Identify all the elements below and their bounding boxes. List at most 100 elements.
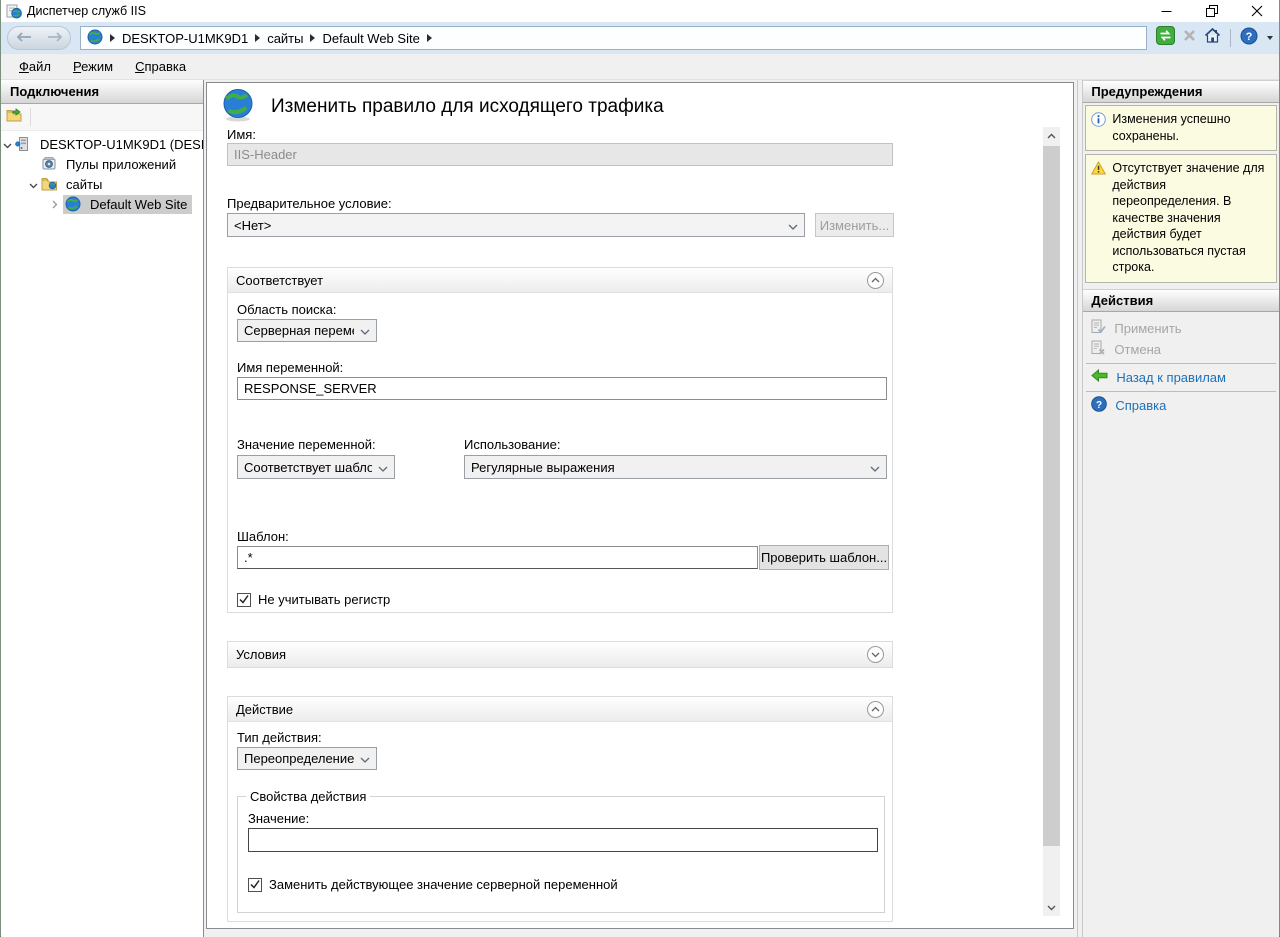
breadcrumb-item-server[interactable]: DESKTOP-U1MK9D1 bbox=[122, 31, 248, 46]
chevron-down-icon[interactable] bbox=[1, 137, 13, 152]
conditions-section: Условия bbox=[227, 641, 893, 668]
title-bar: Диспетчер служб IIS bbox=[1, 0, 1279, 22]
breadcrumb: DESKTOP-U1MK9D1 сайты Default Web Site bbox=[80, 26, 1147, 50]
expand-section-icon[interactable] bbox=[867, 646, 884, 663]
tree-item-app-pools[interactable]: Пулы приложений bbox=[1, 154, 203, 174]
back-to-rules-link[interactable]: Назад к правилам bbox=[1083, 367, 1279, 388]
alert-text: Изменения успешно сохранены. bbox=[1112, 111, 1273, 144]
close-button[interactable] bbox=[1234, 0, 1279, 22]
tree-item-default-web-site[interactable]: Default Web Site bbox=[1, 194, 203, 214]
using-select[interactable]: Регулярные выражения bbox=[464, 455, 887, 479]
chevron-down-icon bbox=[788, 218, 798, 233]
connections-toolbar bbox=[1, 104, 203, 131]
nav-buttons bbox=[7, 26, 71, 50]
variable-name-label: Имя переменной: bbox=[237, 360, 343, 375]
cancel-icon bbox=[1091, 340, 1106, 358]
value-input[interactable] bbox=[248, 828, 878, 852]
breadcrumb-separator-icon bbox=[255, 34, 260, 42]
chevron-down-icon[interactable] bbox=[27, 177, 39, 192]
action-type-select[interactable]: Переопределение bbox=[237, 747, 377, 770]
breadcrumb-item-sites[interactable]: сайты bbox=[267, 31, 303, 46]
actions-list: Применить Отмена Назад к правилам bbox=[1083, 312, 1279, 416]
variable-name-input[interactable] bbox=[237, 377, 887, 400]
tree-item-label[interactable]: DESKTOP-U1MK9D1 (DESKTOP bbox=[37, 136, 203, 153]
refresh-icon[interactable] bbox=[1156, 26, 1175, 50]
iis-manager-window: Диспетчер служб IIS DESKTOP-U1MK9D1 bbox=[0, 0, 1280, 937]
chevron-down-icon bbox=[870, 460, 880, 475]
collapse-section-icon[interactable] bbox=[867, 701, 884, 718]
menu-view[interactable]: Режим bbox=[63, 56, 123, 77]
tree-item-label[interactable]: Пулы приложений bbox=[63, 156, 179, 173]
value-label: Значение: bbox=[248, 811, 309, 826]
variable-value-label: Значение переменной: bbox=[237, 437, 376, 452]
scroll-down-icon[interactable] bbox=[1043, 899, 1060, 916]
tree-item-label[interactable]: Default Web Site bbox=[87, 196, 190, 213]
address-bar: DESKTOP-U1MK9D1 сайты Default Web Site ? bbox=[1, 22, 1279, 54]
breadcrumb-separator-icon bbox=[427, 34, 432, 42]
using-label: Использование: bbox=[464, 437, 561, 452]
minimize-button[interactable] bbox=[1144, 0, 1189, 22]
scrollbar-thumb[interactable] bbox=[1043, 146, 1060, 846]
info-icon bbox=[1091, 111, 1106, 144]
ignore-case-checkbox-checked[interactable] bbox=[237, 593, 251, 607]
connections-pane: Подключения DESKTOP-U1MK9D1 (DESKTOP Пул… bbox=[1, 80, 204, 937]
action-properties-group: Свойства действия Значение: Заменить дей… bbox=[237, 796, 885, 913]
scope-label: Область поиска: bbox=[237, 302, 336, 317]
edit-precondition-button: Изменить... bbox=[815, 213, 894, 237]
content-area: Изменить правило для исходящего трафика … bbox=[204, 80, 1077, 937]
match-section: Соответствует Область поиска: Серверная … bbox=[227, 267, 893, 613]
variable-value-select[interactable]: Соответствует шаблону bbox=[237, 455, 395, 479]
tree-item-label[interactable]: сайты bbox=[63, 176, 105, 193]
ignore-case-label: Не учитывать регистр bbox=[258, 592, 390, 607]
name-label: Имя: bbox=[227, 127, 256, 142]
collapse-section-icon[interactable] bbox=[867, 272, 884, 289]
window-title: Диспетчер служб IIS bbox=[27, 4, 1144, 18]
alert-warning: Отсутствует значение для действия переоп… bbox=[1085, 154, 1277, 283]
scope-select[interactable]: Серверная переменн bbox=[237, 319, 377, 342]
chevron-down-icon bbox=[360, 751, 370, 766]
page-title: Изменить правило для исходящего трафика bbox=[271, 96, 664, 118]
scroll-up-icon[interactable] bbox=[1043, 127, 1060, 144]
test-pattern-button[interactable]: Проверить шаблон... bbox=[759, 545, 889, 570]
replace-value-checkbox-checked[interactable] bbox=[248, 878, 262, 892]
actions-title: Действия bbox=[1083, 289, 1279, 312]
chevron-right-icon[interactable] bbox=[49, 197, 61, 212]
help-dropdown-icon[interactable] bbox=[1267, 36, 1273, 40]
web-site-globe-icon bbox=[65, 196, 82, 212]
replace-checkrow: Заменить действующее значение серверной … bbox=[248, 877, 618, 892]
disconnect-icon bbox=[1182, 28, 1197, 48]
precondition-label: Предварительное условие: bbox=[227, 196, 392, 211]
pattern-input[interactable] bbox=[237, 546, 758, 569]
conditions-section-header[interactable]: Условия bbox=[228, 642, 892, 667]
site-globe-icon[interactable] bbox=[87, 29, 103, 48]
menu-file[interactable]: Файл bbox=[9, 56, 61, 77]
match-section-header[interactable]: Соответствует bbox=[228, 268, 892, 293]
replace-value-label: Заменить действующее значение серверной … bbox=[269, 877, 618, 892]
breadcrumb-separator-icon bbox=[310, 34, 315, 42]
connect-icon[interactable] bbox=[6, 107, 24, 128]
apply-icon bbox=[1091, 319, 1106, 337]
content-scrollbar[interactable] bbox=[1043, 127, 1060, 916]
breadcrumb-separator-icon bbox=[110, 34, 115, 42]
forward-icon[interactable] bbox=[47, 29, 63, 47]
warning-icon bbox=[1091, 160, 1106, 276]
cancel-action: Отмена bbox=[1083, 339, 1279, 360]
chevron-down-icon bbox=[378, 460, 388, 475]
help-icon[interactable]: ? bbox=[1240, 27, 1258, 50]
sites-folder-icon bbox=[41, 176, 58, 192]
menu-help[interactable]: Справка bbox=[125, 56, 196, 77]
breadcrumb-item-default-web-site[interactable]: Default Web Site bbox=[322, 31, 419, 46]
precondition-select[interactable]: <Нет> bbox=[227, 213, 805, 237]
home-icon[interactable] bbox=[1204, 27, 1221, 49]
menu-bar: Файл Режим Справка bbox=[1, 54, 1279, 80]
svg-text:?: ? bbox=[1096, 400, 1102, 411]
application-pools-icon bbox=[41, 156, 58, 172]
tree-item-server[interactable]: DESKTOP-U1MK9D1 (DESKTOP bbox=[1, 134, 203, 154]
toolbar-divider bbox=[30, 108, 31, 126]
action-properties-title: Свойства действия bbox=[246, 789, 370, 804]
back-icon[interactable] bbox=[16, 29, 32, 47]
help-link[interactable]: ? Справка bbox=[1083, 395, 1279, 416]
action-section-header[interactable]: Действие bbox=[228, 697, 892, 722]
restore-button[interactable] bbox=[1189, 0, 1234, 22]
tree-item-sites[interactable]: сайты bbox=[1, 174, 203, 194]
